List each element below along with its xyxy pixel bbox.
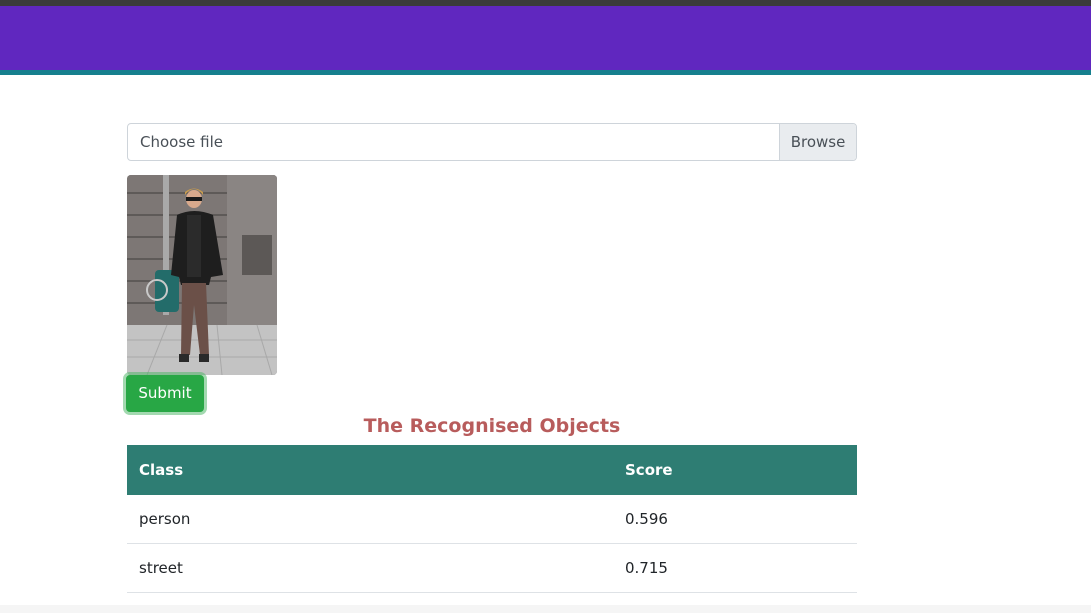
person-photo-image <box>127 175 277 375</box>
column-header-score: Score <box>613 445 857 495</box>
table-header-row: Class Score <box>127 445 857 495</box>
results-table: Class Score person 0.596 street 0.715 <box>127 445 857 593</box>
footer-strip <box>0 605 1091 613</box>
class-cell: street <box>127 543 613 593</box>
browse-button[interactable]: Browse <box>779 124 856 160</box>
results-heading: The Recognised Objects <box>363 415 621 437</box>
column-header-class: Class <box>127 445 613 495</box>
navbar-accent-line <box>0 70 1091 75</box>
file-upload-field[interactable]: Choose file Browse <box>127 123 857 161</box>
uploaded-image-preview <box>127 175 277 375</box>
navbar <box>0 6 1091 70</box>
table-row: street 0.715 <box>127 543 857 593</box>
table-row: person 0.596 <box>127 495 857 544</box>
file-input-placeholder: Choose file <box>140 133 223 151</box>
score-cell: 0.715 <box>613 543 857 593</box>
class-cell: person <box>127 495 613 544</box>
score-cell: 0.596 <box>613 495 857 544</box>
submit-button[interactable]: Submit <box>126 375 204 412</box>
